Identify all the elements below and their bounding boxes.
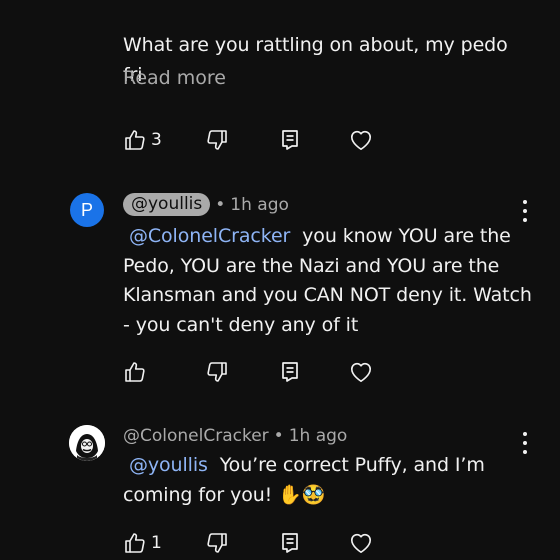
thumbs-down-icon <box>207 130 227 150</box>
avatar-image <box>69 425 105 461</box>
author-name[interactable]: @ColonelCracker <box>123 426 269 446</box>
comment-line: @ColonelCracker you know YOU are the <box>123 222 543 252</box>
heart-icon <box>350 130 372 151</box>
reply-button[interactable] <box>278 358 302 386</box>
dislike-button[interactable] <box>205 529 229 557</box>
comment-3-actions: 1 <box>123 529 383 557</box>
avatar[interactable] <box>69 425 105 461</box>
comment-line: coming for you! ✋🥸 <box>123 483 326 506</box>
comment-1-actions: 3 <box>123 126 383 154</box>
separator-dot: • <box>215 194 226 215</box>
comment-line: @youllis You’re correct Puffy, and I’m <box>123 451 543 481</box>
comment-3-meta: @ColonelCracker • 1h ago <box>123 426 347 446</box>
like-button[interactable]: 1 <box>123 529 162 557</box>
reply-button[interactable] <box>278 126 302 154</box>
comment-3-text: @youllis You’re correct Puffy, and I’m c… <box>123 451 543 510</box>
like-count: 3 <box>151 130 162 150</box>
heart-button[interactable] <box>348 126 374 154</box>
comment-text-segment: You’re correct Puffy, and I’m <box>219 454 485 476</box>
thumbs-down-icon <box>207 362 227 382</box>
read-more-link[interactable]: Read more <box>123 67 226 89</box>
thumbs-up-icon <box>125 362 145 382</box>
comments-thread: What are you rattling on about, my pedo … <box>0 0 560 560</box>
comment-line: Pedo, YOU are the Nazi and YOU are the <box>123 254 500 277</box>
avatar[interactable]: P <box>70 193 104 227</box>
reply-comment-icon <box>282 130 298 150</box>
heart-button[interactable] <box>348 358 374 386</box>
dislike-button[interactable] <box>205 358 229 386</box>
reply-button[interactable] <box>278 529 302 557</box>
more-vertical-icon[interactable] <box>522 200 528 222</box>
thumbs-up-icon <box>125 130 145 150</box>
reply-comment-icon <box>282 533 298 553</box>
comment-line: Klansman and you CAN NOT deny it. Watch <box>123 284 532 306</box>
like-button[interactable] <box>123 358 147 386</box>
mention-link[interactable]: @youllis <box>129 454 208 476</box>
timestamp: 1h ago <box>230 194 289 215</box>
thumbs-down-icon <box>207 533 227 553</box>
reply-comment-icon <box>282 362 298 382</box>
like-button[interactable]: 3 <box>123 126 162 154</box>
heart-button[interactable] <box>348 529 374 557</box>
comment-text-segment: you know YOU are the <box>302 225 511 247</box>
heart-icon <box>350 362 372 383</box>
dislike-button[interactable] <box>205 126 229 154</box>
thumbs-up-icon <box>125 533 145 553</box>
separator-dot: • <box>273 426 284 446</box>
timestamp: 1h ago <box>288 426 348 446</box>
comment-line: - you can't deny any of it <box>123 313 359 336</box>
comment-2-text: @ColonelCracker you know YOU are the Ped… <box>123 222 543 340</box>
comment-2-meta: @youllis • 1h ago <box>123 193 289 216</box>
heart-icon <box>350 533 372 554</box>
like-count: 1 <box>151 533 162 553</box>
comment-2-actions <box>123 358 383 386</box>
author-name[interactable]: @youllis <box>123 193 211 216</box>
mention-link[interactable]: @ColonelCracker <box>129 225 290 247</box>
